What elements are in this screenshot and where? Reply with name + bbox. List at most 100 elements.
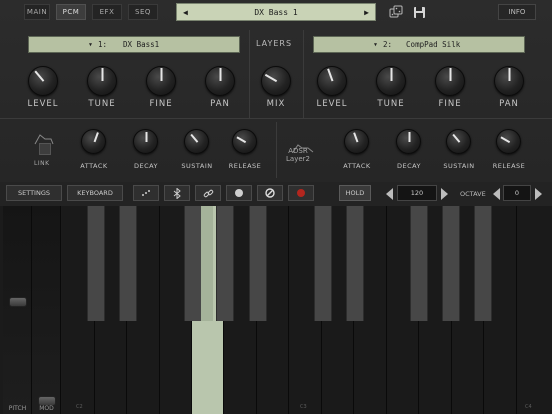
hold-button[interactable]: HOLD: [339, 185, 371, 201]
link-label: LINK: [34, 160, 50, 167]
black-key[interactable]: [249, 206, 267, 321]
layer1-decay-knob[interactable]: [133, 129, 158, 154]
layer2-fine-knob[interactable]: [435, 66, 465, 96]
keyboard-button[interactable]: KEYBOARD: [67, 185, 123, 201]
layer1-patch-display[interactable]: ▼ 1: DX Bass1: [28, 36, 240, 53]
layer-divider: [303, 30, 304, 118]
tempo-increase-arrow-icon[interactable]: [441, 188, 448, 200]
layer1-release-label: RELEASE: [228, 162, 262, 170]
record-button[interactable]: [288, 185, 314, 201]
mod-wheel[interactable]: MOD: [32, 206, 61, 414]
black-key[interactable]: [410, 206, 428, 321]
pitch-wheel[interactable]: PITCH: [3, 206, 32, 414]
prohibited-icon: [265, 188, 275, 198]
black-key[interactable]: [474, 206, 492, 321]
preset-name: DX Bass 1: [254, 7, 298, 17]
tab-seq[interactable]: SEQ: [128, 4, 158, 20]
layer2-number: 2:: [383, 40, 393, 49]
layer1-pan-label: PAN: [210, 99, 230, 109]
envelope-divider: [276, 122, 277, 178]
layer2-pan-knob[interactable]: [494, 66, 524, 96]
layer2-tune-knob[interactable]: [376, 66, 406, 96]
section-divider: [0, 118, 552, 119]
layers-label: LAYERS: [256, 39, 293, 48]
key-label-c2: C2: [76, 404, 83, 410]
link-button[interactable]: [195, 185, 221, 201]
layer2-level-knob[interactable]: [317, 66, 347, 96]
black-key[interactable]: [216, 206, 234, 321]
layer1-patch-name: DX Bass1: [123, 40, 160, 49]
black-key[interactable]: [442, 206, 460, 321]
layer2-decay-knob[interactable]: [396, 129, 421, 154]
layer2-sustain-knob[interactable]: [446, 129, 471, 154]
black-key[interactable]: [314, 206, 332, 321]
key-label-c4: C4: [525, 404, 532, 410]
mix-knob[interactable]: [261, 66, 291, 96]
pitch-wheel-handle[interactable]: [9, 297, 27, 307]
octave-label: OCTAVE: [460, 190, 486, 198]
layer1-fine-knob[interactable]: [146, 66, 176, 96]
pitch-label: PITCH: [8, 405, 27, 412]
layer1-level-knob[interactable]: [28, 66, 58, 96]
black-key[interactable]: [184, 206, 202, 321]
bluetooth-button[interactable]: [164, 185, 190, 201]
caret-down-icon: ▼: [89, 41, 93, 48]
bluetooth-icon: [173, 187, 181, 199]
octave-field[interactable]: 0: [503, 185, 531, 201]
layer1-level-label: LEVEL: [27, 99, 59, 109]
black-key[interactable]: [346, 206, 364, 321]
prev-preset-button[interactable]: ◀: [183, 8, 188, 17]
layer1-attack-knob[interactable]: [81, 129, 106, 154]
floppy-disk-icon[interactable]: [411, 4, 427, 20]
link-toggle[interactable]: [39, 143, 51, 155]
arpeggio-icon: [142, 190, 150, 196]
preset-display: ◀ DX Bass 1 ▶: [176, 3, 376, 21]
tab-efx[interactable]: EFX: [92, 4, 122, 20]
record-icon: [297, 189, 305, 197]
layer2-level-label: LEVEL: [316, 99, 348, 109]
layer2-attack-knob[interactable]: [344, 129, 369, 154]
black-key[interactable]: [87, 206, 105, 321]
layer1-sustain-knob[interactable]: [184, 129, 209, 154]
layer1-number: 1:: [98, 40, 108, 49]
stop-button[interactable]: [226, 185, 252, 201]
arpeggio-button[interactable]: [133, 185, 159, 201]
layer1-pan-knob[interactable]: [205, 66, 235, 96]
settings-button[interactable]: SETTINGS: [6, 185, 62, 201]
tempo-field[interactable]: 120: [397, 185, 437, 201]
layer1-tune-label: TUNE: [88, 99, 116, 109]
mix-label: MIX: [266, 99, 286, 109]
white-key[interactable]: [517, 206, 552, 414]
octave-down-arrow-icon[interactable]: [493, 188, 500, 200]
key-label-c3: C3: [300, 404, 307, 410]
black-key-pressed-highlight: [201, 206, 213, 321]
tab-pcm[interactable]: PCM: [56, 4, 86, 20]
info-button[interactable]: INFO: [498, 4, 536, 20]
layer-divider: [249, 30, 250, 118]
tempo-decrease-arrow-icon[interactable]: [386, 188, 393, 200]
mute-button[interactable]: [257, 185, 283, 201]
circle-icon: [235, 189, 243, 197]
layer2-attack-label: ATTACK: [343, 162, 371, 170]
layer1-attack-label: ATTACK: [80, 162, 108, 170]
layer2-tune-label: TUNE: [377, 99, 405, 109]
layer2-sustain-label: SUSTAIN: [443, 162, 475, 170]
layer2-decay-label: DECAY: [396, 162, 422, 170]
layer2-release-knob[interactable]: [496, 129, 521, 154]
mod-label: MOD: [39, 405, 54, 412]
dice-icon[interactable]: [388, 4, 404, 20]
black-key[interactable]: [119, 206, 137, 321]
layer1-fine-label: FINE: [149, 99, 173, 109]
layer2-pan-label: PAN: [499, 99, 519, 109]
layer1-tune-knob[interactable]: [87, 66, 117, 96]
octave-up-arrow-icon[interactable]: [535, 188, 542, 200]
layer2-patch-name: CompPad Silk: [406, 40, 461, 49]
chain-link-icon: [203, 189, 213, 197]
layer1-decay-label: DECAY: [133, 162, 159, 170]
layer2-patch-display[interactable]: ▼ 2: CompPad Silk: [313, 36, 525, 53]
next-preset-button[interactable]: ▶: [364, 8, 369, 17]
layer1-release-knob[interactable]: [232, 129, 257, 154]
adsr-layer2-label: ADSR Layer2: [286, 147, 310, 163]
tab-main[interactable]: MAIN: [24, 4, 50, 20]
layer2-release-label: RELEASE: [492, 162, 526, 170]
